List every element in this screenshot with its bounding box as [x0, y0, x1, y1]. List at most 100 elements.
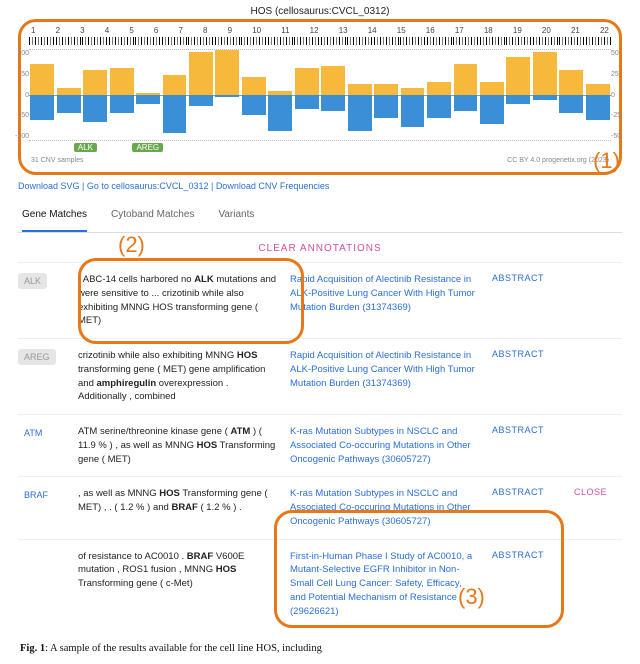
gene-button: AREG — [18, 349, 56, 365]
ideogram-segment — [294, 37, 320, 45]
chrom-label: 11 — [281, 26, 289, 35]
ideogram-segment — [506, 37, 532, 45]
chrom-label: 7 — [178, 26, 182, 35]
cnv-bar — [188, 50, 214, 140]
ideogram-segment — [82, 37, 108, 45]
cnv-bar — [373, 50, 399, 140]
tabs: Gene Matches Cytoband Matches Variants — [18, 201, 622, 233]
snippet-text: ATM serine/threonine kinase gene ( ATM )… — [78, 425, 278, 466]
cnv-bar — [267, 50, 293, 140]
figure-panel: HOS (cellosaurus:CVCL_0312) 123456789101… — [0, 0, 640, 637]
chrom-label: 19 — [513, 26, 522, 35]
chrom-label: 17 — [455, 26, 464, 35]
article-title[interactable]: K-ras Mutation Subtypes in NSCLC and Ass… — [290, 425, 480, 466]
cellosaurus-link[interactable]: Go to cellosaurus:CVCL_0312 — [87, 181, 209, 191]
callout-2: (2) — [118, 232, 145, 258]
chrom-label: 6 — [154, 26, 158, 35]
cnv-bar — [399, 50, 425, 140]
cnv-bar — [29, 50, 55, 140]
chrom-label: 9 — [228, 26, 232, 35]
article-title[interactable]: Rapid Acquisition of Alectinib Resistanc… — [290, 273, 480, 314]
cnv-bar — [346, 50, 372, 140]
chrom-label: 5 — [129, 26, 133, 35]
ideogram-segment — [347, 37, 373, 45]
cnv-bar — [479, 50, 505, 140]
cnv-bar — [452, 50, 478, 140]
abstract-link[interactable]: ABSTRACT — [492, 273, 562, 283]
cnv-bar — [532, 50, 558, 140]
chrom-label: 3 — [80, 26, 84, 35]
article-title[interactable]: K-ras Mutation Subtypes in NSCLC and Ass… — [290, 487, 480, 528]
download-freq-link[interactable]: Download CNV Frequencies — [216, 181, 330, 191]
ideogram-segment — [453, 37, 479, 45]
cnv-bar — [320, 50, 346, 140]
chrom-label: 8 — [203, 26, 207, 35]
cnv-bar — [294, 50, 320, 140]
article-title[interactable]: Rapid Acquisition of Alectinib Resistanc… — [290, 349, 480, 390]
figure-caption-text: : A sample of the results available for … — [45, 643, 322, 654]
gene-button: ALK — [18, 273, 47, 289]
ideogram-segment — [533, 37, 559, 45]
cnv-plot: 100500-50-100 50250-25-50 — [29, 49, 611, 141]
chrom-label: 10 — [252, 26, 261, 35]
snippet-text: , as well as MNNG HOS Transforming gene … — [78, 487, 278, 515]
result-rows: ALK, ABC-14 cells harbored no ALK mutati… — [18, 262, 622, 629]
article-title[interactable]: First-in-Human Phase I Study of AC0010, … — [290, 550, 480, 619]
result-row: ATM ATM serine/threonine kinase gene ( AT… — [18, 414, 622, 476]
chrom-label: 2 — [56, 26, 60, 35]
cnv-bar — [585, 50, 611, 140]
ideogram-segment — [559, 37, 585, 45]
chrom-label: 13 — [339, 26, 348, 35]
chrom-label: 1 — [31, 26, 35, 35]
ideogram-segment — [241, 37, 267, 45]
gene-marker: ALK — [74, 143, 97, 152]
chrom-label: 20 — [542, 26, 551, 35]
abstract-link[interactable]: ABSTRACT — [492, 487, 562, 497]
cnv-bars — [29, 50, 611, 140]
sample-count: 31 CNV samples — [31, 157, 84, 164]
close-button[interactable]: CLOSE — [574, 487, 614, 497]
ideogram-segment — [162, 37, 188, 45]
cnv-bar — [55, 50, 81, 140]
chrom-axis: 12345678910111213141516171819202122 — [27, 26, 613, 35]
tab-cytoband-matches[interactable]: Cytoband Matches — [111, 201, 194, 232]
clear-annotations-button[interactable]: CLEAR ANNOTATIONS — [18, 243, 622, 254]
cnv-chart: 12345678910111213141516171819202122 1005… — [18, 19, 622, 175]
tab-variants[interactable]: Variants — [218, 201, 254, 232]
download-svg-link[interactable]: Download SVG — [18, 181, 80, 191]
callout-1: (1) — [593, 148, 620, 174]
ideogram-segment — [29, 37, 55, 45]
callout-3: (3) — [458, 584, 485, 610]
gene-button[interactable]: BRAF — [18, 487, 54, 503]
ideogram-segment — [109, 37, 135, 45]
abstract-link[interactable]: ABSTRACT — [492, 425, 562, 435]
ideogram-segment — [56, 37, 82, 45]
cnv-bar — [161, 50, 187, 140]
chart-footer: 31 CNV samples CC BY 4.0 progenetix.org … — [27, 157, 613, 164]
abstract-link[interactable]: ABSTRACT — [492, 550, 562, 560]
result-row: of resistance to AC0010 . BRAF V600E mut… — [18, 539, 622, 629]
tab-gene-matches[interactable]: Gene Matches — [22, 201, 87, 232]
result-row: ALK, ABC-14 cells harbored no ALK mutati… — [18, 262, 622, 338]
gene-markers: ALK AREG — [27, 143, 613, 157]
chrom-label: 14 — [368, 26, 377, 35]
chrom-label: 16 — [426, 26, 435, 35]
y-axis-right: 50250-25-50 — [611, 50, 629, 140]
ideogram-segment — [188, 37, 214, 45]
ideogram-segment — [374, 37, 400, 45]
snippet-text: crizotinib while also exhibiting MNNG HO… — [78, 349, 278, 404]
chrom-label: 21 — [571, 26, 580, 35]
chrom-label: 15 — [397, 26, 406, 35]
ideogram-segment — [268, 37, 294, 45]
ideogram-track — [29, 37, 611, 45]
gene-marker: AREG — [132, 143, 163, 152]
chrom-label: 22 — [600, 26, 609, 35]
figure-caption: Fig. 1: A sample of the results availabl… — [0, 637, 640, 664]
gene-button[interactable]: ATM — [18, 425, 48, 441]
abstract-link[interactable]: ABSTRACT — [492, 349, 562, 359]
cnv-bar — [82, 50, 108, 140]
chrom-label: 12 — [310, 26, 319, 35]
ideogram-segment — [321, 37, 347, 45]
download-links: Download SVG | Go to cellosaurus:CVCL_03… — [18, 181, 622, 191]
result-row: BRAF , as well as MNNG HOS Transforming g… — [18, 476, 622, 538]
